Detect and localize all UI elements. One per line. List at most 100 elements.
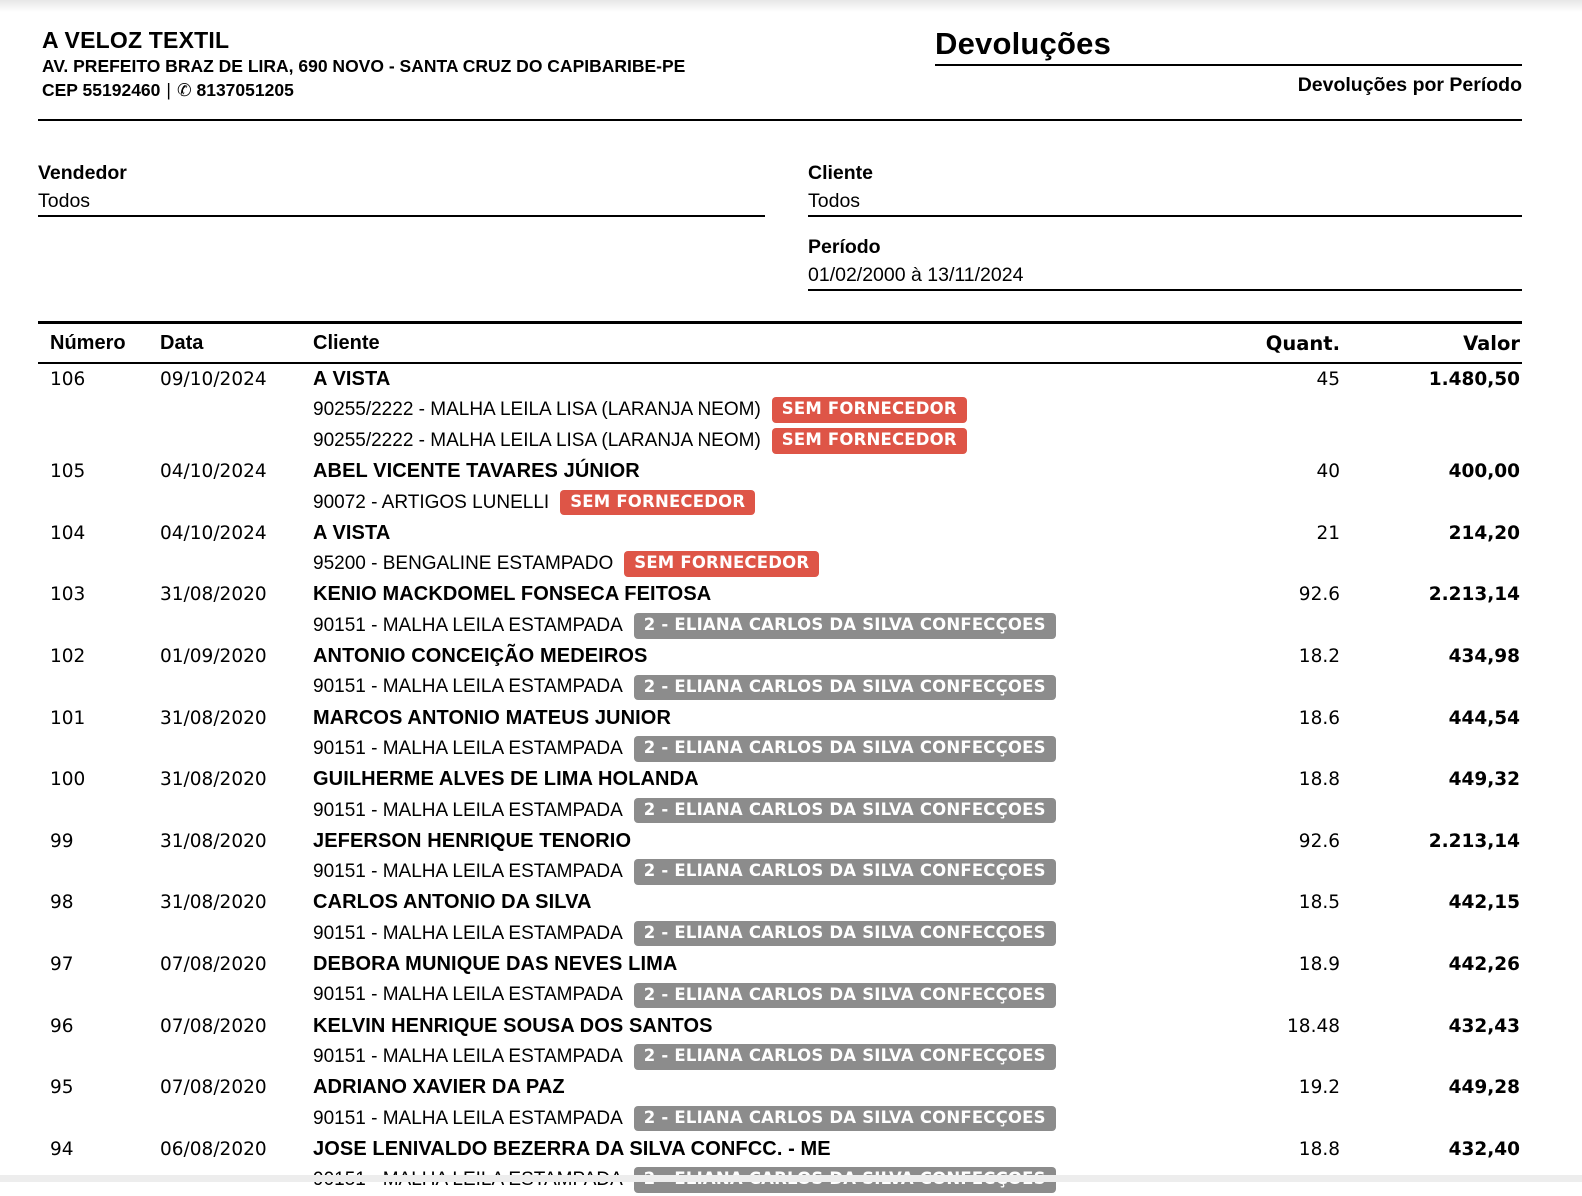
- column-header-quant: Quant.: [1220, 332, 1340, 355]
- cell-cliente: JEFERSON HENRIQUE TENORIO: [313, 830, 1220, 853]
- column-header-data: Data: [160, 332, 313, 355]
- record-product-row: 90255/2222 - MALHA LEILA LISA (LARANJA N…: [38, 426, 1522, 457]
- cell-data: 01/09/2020: [160, 646, 313, 667]
- product-label: 90151 - MALHA LEILA ESTAMPADA: [313, 800, 623, 822]
- supplier-badge: 2 - ELIANA CARLOS DA SILVA CONFECÇOES: [634, 798, 1056, 824]
- record-product-row: 90151 - MALHA LEILA ESTAMPADA2 - ELIANA …: [38, 1042, 1522, 1073]
- cell-valor: 442,15: [1340, 892, 1520, 913]
- cell-quant: 18.6: [1220, 708, 1340, 729]
- product-cell: 90072 - ARTIGOS LUNELLI SEM FORNECEDOR: [313, 490, 1220, 516]
- column-header-valor: Valor: [1340, 332, 1520, 355]
- record-main-row: 9831/08/2020CARLOS ANTONIO DA SILVA18.54…: [38, 888, 1522, 919]
- cell-valor: 444,54: [1340, 708, 1520, 729]
- product-cell: 90151 - MALHA LEILA ESTAMPADA 2 - ELIANA …: [313, 613, 1220, 639]
- record-main-row: 10201/09/2020ANTONIO CONCEIÇÃO MEDEIROS1…: [38, 641, 1522, 672]
- cell-numero: 96: [50, 1016, 160, 1037]
- cell-cliente: CARLOS ANTONIO DA SILVA: [313, 891, 1220, 914]
- record-product-row: 90151 - MALHA LEILA ESTAMPADA2 - ELIANA …: [38, 918, 1522, 949]
- table-record: 10609/10/2024A VISTA451.480,5090255/2222…: [38, 364, 1522, 456]
- cell-cliente: KENIO MACKDOMEL FONSECA FEITOSA: [313, 583, 1220, 606]
- table-record: 9507/08/2020ADRIANO XAVIER DA PAZ19.2449…: [38, 1072, 1522, 1134]
- cell-cliente: GUILHERME ALVES DE LIMA HOLANDA: [313, 768, 1220, 791]
- cell-quant: 45: [1220, 369, 1340, 390]
- cell-cliente: ABEL VICENTE TAVARES JÚNIOR: [313, 460, 1220, 483]
- product-cell: 90151 - MALHA LEILA ESTAMPADA 2 - ELIANA …: [313, 675, 1220, 701]
- company-cep: CEP 55192460: [42, 80, 160, 100]
- filter-column-right: Cliente Todos Período 01/02/2000 à 13/11…: [808, 161, 1522, 291]
- cell-numero: 106: [50, 369, 160, 390]
- record-main-row: 10404/10/2024A VISTA21214,20: [38, 518, 1522, 549]
- cell-valor: 2.213,14: [1340, 584, 1520, 605]
- supplier-badge: SEM FORNECEDOR: [772, 428, 967, 454]
- cell-numero: 99: [50, 831, 160, 852]
- product-label: 90151 - MALHA LEILA ESTAMPADA: [313, 615, 623, 637]
- cell-quant: 21: [1220, 523, 1340, 544]
- cell-quant: 18.5: [1220, 892, 1340, 913]
- filter-periodo: Período 01/02/2000 à 13/11/2024: [808, 235, 1522, 291]
- supplier-badge: SEM FORNECEDOR: [560, 490, 755, 516]
- cell-numero: 101: [50, 708, 160, 729]
- filter-vendedor-value: Todos: [38, 189, 765, 217]
- record-main-row: 9507/08/2020ADRIANO XAVIER DA PAZ19.2449…: [38, 1072, 1522, 1103]
- record-product-row: 90151 - MALHA LEILA ESTAMPADA2 - ELIANA …: [38, 1103, 1522, 1134]
- cell-data: 31/08/2020: [160, 769, 313, 790]
- document-header: A VELOZ TEXTIL AV. PREFEITO BRAZ DE LIRA…: [38, 26, 1522, 103]
- report-subtitle: Devoluções por Período: [935, 74, 1522, 97]
- cell-valor: 1.480,50: [1340, 369, 1520, 390]
- record-product-row: 90151 - MALHA LEILA ESTAMPADA 2 - ELIANA …: [38, 795, 1522, 826]
- cell-quant: 18.8: [1220, 769, 1340, 790]
- record-main-row: 9406/08/2020JOSE LENIVALDO BEZERRA DA SI…: [38, 1134, 1522, 1165]
- phone-icon: ✆: [177, 81, 192, 101]
- cell-data: 04/10/2024: [160, 523, 313, 544]
- table-body: 10609/10/2024A VISTA451.480,5090255/2222…: [38, 364, 1522, 1196]
- supplier-badge: SEM FORNECEDOR: [772, 397, 967, 423]
- cell-valor: 400,00: [1340, 461, 1520, 482]
- filters-section: Vendedor Todos Cliente Todos Período 01/…: [38, 161, 1522, 291]
- supplier-badge: 2 - ELIANA CARLOS DA SILVA CONFECÇOES: [634, 613, 1056, 639]
- record-product-row: 90255/2222 - MALHA LEILA LISA (LARANJA N…: [38, 395, 1522, 426]
- table-record: 10031/08/2020GUILHERME ALVES DE LIMA HOL…: [38, 764, 1522, 826]
- cell-cliente: MARCOS ANTONIO MATEUS JUNIOR: [313, 707, 1220, 730]
- cell-valor: 434,98: [1340, 646, 1520, 667]
- product-label: 90151 - MALHA LEILA ESTAMPADA: [313, 861, 623, 883]
- cell-data: 07/08/2020: [160, 1016, 313, 1037]
- product-cell: 90151 - MALHA LEILA ESTAMPADA2 - ELIANA …: [313, 1106, 1220, 1132]
- record-product-row: 95200 - BENGALINE ESTAMPADOSEM FORNECEDO…: [38, 549, 1522, 580]
- cell-cliente: ANTONIO CONCEIÇÃO MEDEIROS: [313, 645, 1220, 668]
- cell-data: 31/08/2020: [160, 708, 313, 729]
- product-label: 90151 - MALHA LEILA ESTAMPADA: [313, 984, 623, 1006]
- company-block: A VELOZ TEXTIL AV. PREFEITO BRAZ DE LIRA…: [42, 26, 685, 103]
- record-main-row: 10504/10/2024ABEL VICENTE TAVARES JÚNIOR…: [38, 456, 1522, 487]
- cell-cliente: KELVIN HENRIQUE SOUSA DOS SANTOS: [313, 1015, 1220, 1038]
- cell-quant: 18.9: [1220, 954, 1340, 975]
- supplier-badge: 2 - ELIANA CARLOS DA SILVA CONFECÇOES: [634, 675, 1056, 701]
- record-main-row: 10031/08/2020GUILHERME ALVES DE LIMA HOL…: [38, 764, 1522, 795]
- supplier-badge: SEM FORNECEDOR: [624, 551, 819, 577]
- company-phone: 8137051205: [196, 80, 293, 100]
- header-divider: [38, 119, 1522, 121]
- cell-cliente: JOSE LENIVALDO BEZERRA DA SILVA CONFCC. …: [313, 1138, 1220, 1161]
- title-block: Devoluções Devoluções por Período: [935, 26, 1522, 97]
- cell-quant: 92.6: [1220, 584, 1340, 605]
- product-cell: 90151 - MALHA LEILA ESTAMPADA 2 - ELIANA …: [313, 798, 1220, 824]
- cell-numero: 105: [50, 461, 160, 482]
- cell-valor: 449,28: [1340, 1077, 1520, 1098]
- cell-numero: 102: [50, 646, 160, 667]
- supplier-badge: 2 - ELIANA CARLOS DA SILVA CONFECÇOES: [634, 921, 1056, 947]
- cell-valor: 449,32: [1340, 769, 1520, 790]
- cell-data: 31/08/2020: [160, 584, 313, 605]
- cell-valor: 442,26: [1340, 954, 1520, 975]
- cell-quant: 18.48: [1220, 1016, 1340, 1037]
- table-record: 10504/10/2024ABEL VICENTE TAVARES JÚNIOR…: [38, 456, 1522, 518]
- product-label: 90072 - ARTIGOS LUNELLI: [313, 492, 549, 514]
- record-main-row: 9707/08/2020DEBORA MUNIQUE DAS NEVES LIM…: [38, 949, 1522, 980]
- record-product-row: 90151 - MALHA LEILA ESTAMPADA 2 - ELIANA …: [38, 610, 1522, 641]
- cell-cliente: ADRIANO XAVIER DA PAZ: [313, 1076, 1220, 1099]
- product-label: 90151 - MALHA LEILA ESTAMPADA: [313, 676, 623, 698]
- table-record: 10331/08/2020KENIO MACKDOMEL FONSECA FEI…: [38, 580, 1522, 642]
- table-record: 10404/10/2024A VISTA21214,2095200 - BENG…: [38, 518, 1522, 580]
- filter-cliente-label: Cliente: [808, 161, 1522, 185]
- contact-separator: |: [160, 80, 177, 100]
- report-page: A VELOZ TEXTIL AV. PREFEITO BRAZ DE LIRA…: [0, 0, 1582, 1196]
- cell-data: 07/08/2020: [160, 954, 313, 975]
